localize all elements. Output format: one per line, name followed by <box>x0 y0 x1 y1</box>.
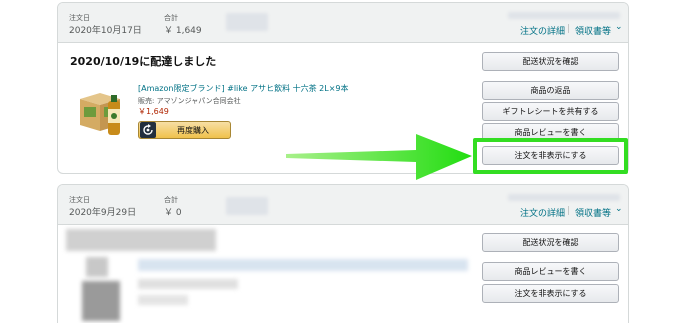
order-details-link[interactable]: 注文の詳細 <box>520 206 565 219</box>
product-title-link[interactable]: [Amazon限定ブランド] #like アサヒ飲料 十六茶 2L×9本 <box>138 83 349 94</box>
tea-box-icon[interactable] <box>78 85 130 137</box>
hide-order-button[interactable]: 注文を非表示にする <box>482 284 619 303</box>
redacted-product-title <box>138 259 468 271</box>
track-package-button[interactable]: 配送状況を確認 <box>482 233 619 252</box>
order-details-link[interactable]: 注文の詳細 <box>520 24 565 37</box>
highlight-box <box>473 138 628 174</box>
delivery-status: 2020/10/19に配達しました <box>70 55 217 68</box>
order-header: 注文日 2020年9月29日 合計 ￥ 0 注文の詳細 | 領収書等 ⌄ <box>58 185 628 225</box>
receipt-link[interactable]: 領収書等 <box>575 206 611 219</box>
blurred-recipient <box>226 13 268 31</box>
redacted-image <box>86 257 108 277</box>
order-date-label: 注文日 <box>69 196 90 204</box>
arrow-icon <box>286 134 472 180</box>
blurred-order-number <box>508 12 620 19</box>
buy-again-label: 再度購入 <box>177 125 209 135</box>
rebuy-icon <box>140 122 156 138</box>
redacted-seller <box>138 279 238 289</box>
track-package-button[interactable]: 配送状況を確認 <box>482 52 619 71</box>
chevron-down-icon[interactable]: ⌄ <box>615 204 623 214</box>
blurred-recipient <box>226 197 268 215</box>
redacted-price <box>138 295 188 305</box>
order-total: ￥ 1,649 <box>164 26 202 36</box>
order-header: 注文日 2020年10月17日 合計 ￥ 1,649 注文の詳細 | 領収書等 … <box>58 3 628 43</box>
header-separator: | <box>567 206 571 216</box>
redacted-status <box>66 229 216 251</box>
chevron-down-icon[interactable]: ⌄ <box>615 22 623 32</box>
product-price: ￥1,649 <box>138 107 169 116</box>
total-label: 合計 <box>164 14 178 22</box>
order-date-label: 注文日 <box>69 14 90 22</box>
header-separator: | <box>567 24 571 34</box>
blurred-order-number <box>508 194 620 201</box>
order-card-2: 注文日 2020年9月29日 合計 ￥ 0 注文の詳細 | 領収書等 ⌄ 配送状… <box>57 184 629 323</box>
receipt-link[interactable]: 領収書等 <box>575 24 611 37</box>
return-items-button[interactable]: 商品の返品 <box>482 81 619 100</box>
order-total: ￥ 0 <box>164 208 182 218</box>
order-date: 2020年10月17日 <box>69 26 142 36</box>
buy-again-button[interactable]: 再度購入 <box>138 121 231 139</box>
write-review-button[interactable]: 商品レビューを書く <box>482 262 619 281</box>
orders-page: 注文日 2020年10月17日 合計 ￥ 1,649 注文の詳細 | 領収書等 … <box>0 0 700 323</box>
order-date: 2020年9月29日 <box>69 208 137 218</box>
share-gift-receipt-button[interactable]: ギフトレシートを共有する <box>482 102 619 121</box>
redacted-image <box>82 281 120 321</box>
product-seller: 販売: アマゾンジャパン合同会社 <box>138 97 241 105</box>
total-label: 合計 <box>164 196 178 204</box>
